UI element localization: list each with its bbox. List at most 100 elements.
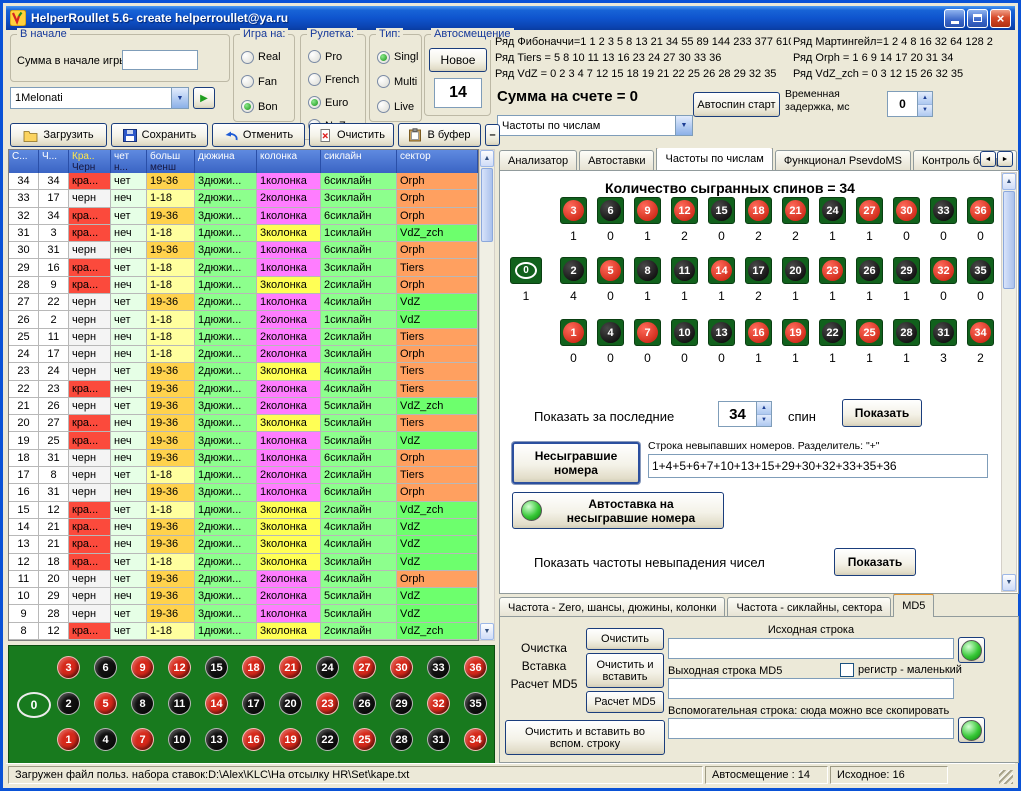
radio-bon[interactable]: Bon [241, 100, 290, 113]
board-number-26[interactable]: 26 [353, 692, 376, 715]
column-header[interactable]: Кра..Черн [69, 150, 111, 173]
freq-zero[interactable]: 0 1 [510, 257, 542, 303]
column-header[interactable]: четн... [111, 150, 147, 173]
md5-source-led-button[interactable] [958, 637, 985, 663]
board-number-5[interactable]: 5 [94, 692, 117, 715]
column-header[interactable]: дюжина [195, 150, 257, 173]
tabs-scroll-right-icon[interactable]: ► [997, 151, 1013, 167]
freq-number-17[interactable]: 172 [745, 257, 772, 303]
board-number-34[interactable]: 34 [464, 728, 487, 751]
freq-number-24[interactable]: 241 [819, 197, 846, 243]
radio-singl[interactable]: Singl [377, 51, 417, 64]
freq-number-31[interactable]: 313 [930, 319, 957, 365]
board-number-14[interactable]: 14 [205, 692, 228, 715]
md5-calc-button[interactable]: Расчет MD5 [586, 691, 664, 713]
show-noshow-button[interactable]: Показать [834, 548, 916, 576]
table-row[interactable]: 2722чернчет19-362дюжи...1колонка4сиклайн… [9, 294, 478, 311]
show-button[interactable]: Показать [842, 399, 922, 427]
freq-number-26[interactable]: 261 [856, 257, 883, 303]
table-row[interactable]: 289кра...неч1-181дюжи...3колонка2сиклайн… [9, 277, 478, 294]
table-row[interactable]: 1925кра...неч19-363дюжи...1колонка5сикла… [9, 432, 478, 449]
tabs-scroll-left-icon[interactable]: ◄ [980, 151, 996, 167]
table-row[interactable]: 3031черннеч19-363дюжи...1колонка6сиклайн… [9, 242, 478, 259]
freq-number-33[interactable]: 330 [930, 197, 957, 243]
md5-aux-led-button[interactable] [958, 717, 985, 743]
freq-number-34[interactable]: 342 [967, 319, 994, 365]
table-row[interactable]: 2417черннеч1-182дюжи...2колонка3сиклайнO… [9, 346, 478, 363]
freq-number-35[interactable]: 350 [967, 257, 994, 303]
md5-output-input[interactable] [668, 678, 954, 699]
board-number-20[interactable]: 20 [279, 692, 302, 715]
radio-multi[interactable]: Multi [377, 75, 417, 88]
to-buffer-button[interactable]: В буфер [398, 123, 481, 147]
radio-pro[interactable]: Pro [308, 50, 361, 63]
freq-number-15[interactable]: 150 [708, 197, 735, 243]
scroll-down-icon[interactable]: ▼ [480, 623, 494, 640]
freq-number-11[interactable]: 111 [671, 257, 698, 303]
scroll-down-icon[interactable]: ▼ [1002, 574, 1016, 591]
freq-number-3[interactable]: 31 [560, 197, 587, 243]
board-number-22[interactable]: 22 [316, 728, 339, 751]
table-row[interactable]: 2126чернчет19-363дюжи...2колонка5сиклайн… [9, 398, 478, 415]
board-number-36[interactable]: 36 [464, 656, 487, 679]
play-button[interactable]: ▶ [193, 87, 215, 109]
md5-clear-paste-aux-button[interactable]: Очистить и вставить во вспом. строку [505, 720, 665, 755]
tab-md5[interactable]: MD5 [893, 594, 934, 617]
radio-live[interactable]: Live [377, 100, 417, 113]
board-number-1[interactable]: 1 [57, 728, 80, 751]
board-number-16[interactable]: 16 [242, 728, 265, 751]
board-number-13[interactable]: 13 [205, 728, 228, 751]
column-header[interactable]: С... [9, 150, 39, 173]
board-number-17[interactable]: 17 [242, 692, 265, 715]
column-header[interactable]: колонка [257, 150, 321, 173]
freq-number-21[interactable]: 212 [782, 197, 809, 243]
board-number-15[interactable]: 15 [205, 656, 228, 679]
table-row[interactable]: 3234кра...чет19-363дюжи...1колонка6сикла… [9, 208, 478, 225]
table-row[interactable]: 2324чернчет19-362дюжи...3колонка4сиклайн… [9, 363, 478, 380]
radio-euro[interactable]: Euro [308, 96, 361, 109]
board-number-19[interactable]: 19 [279, 728, 302, 751]
table-row[interactable]: 1029черннеч19-363дюжи...2колонка5сиклайн… [9, 588, 478, 605]
board-number-24[interactable]: 24 [316, 656, 339, 679]
board-number-4[interactable]: 4 [94, 728, 117, 751]
freq-number-2[interactable]: 24 [560, 257, 587, 303]
last-spins-spinner[interactable]: 34 ▲ ▼ [718, 401, 772, 427]
md5-clear-paste-button[interactable]: Очистить и вставить [586, 653, 664, 688]
freq-number-29[interactable]: 291 [893, 257, 920, 303]
spin-up-icon[interactable]: ▲ [918, 92, 932, 104]
preset-combo[interactable]: 1Melonati ▼ [10, 87, 189, 109]
board-number-23[interactable]: 23 [316, 692, 339, 715]
board-number-25[interactable]: 25 [353, 728, 376, 751]
board-number-3[interactable]: 3 [57, 656, 80, 679]
board-number-32[interactable]: 32 [427, 692, 450, 715]
board-number-7[interactable]: 7 [131, 728, 154, 751]
freq-number-19[interactable]: 191 [782, 319, 809, 365]
freq-number-27[interactable]: 271 [856, 197, 883, 243]
table-row[interactable]: 1421кра...неч19-362дюжи...3колонка4сикла… [9, 519, 478, 536]
unplayed-string-input[interactable] [648, 454, 988, 478]
mode-combo[interactable]: Частоты по числам ▼ [497, 115, 693, 136]
table-row[interactable]: 3317черннеч1-182дюжи...2колонка3сиклайнO… [9, 190, 478, 207]
resize-grip[interactable] [999, 770, 1013, 784]
tab-частота-zero-шансы-дюжины-колонки[interactable]: Частота - Zero, шансы, дюжины, колонки [499, 597, 725, 617]
table-row[interactable]: 1631черннеч19-363дюжи...1колонка6сиклайн… [9, 484, 478, 501]
board-number-6[interactable]: 6 [94, 656, 117, 679]
table-row[interactable]: 2511черннеч1-181дюжи...2колонка2сиклайнT… [9, 329, 478, 346]
panel-scrollbar[interactable]: ▲ ▼ [1001, 172, 1017, 592]
freq-number-12[interactable]: 122 [671, 197, 698, 243]
freq-number-13[interactable]: 130 [708, 319, 735, 365]
freq-number-14[interactable]: 141 [708, 257, 735, 303]
md5-aux-input[interactable] [668, 718, 954, 739]
scroll-up-icon[interactable]: ▲ [480, 150, 494, 167]
freq-number-28[interactable]: 281 [893, 319, 920, 365]
tab-частота-сиклайны-сектора[interactable]: Частота - сиклайны, сектора [727, 597, 891, 617]
freq-number-1[interactable]: 10 [560, 319, 587, 365]
column-header[interactable]: Ч... [39, 150, 69, 173]
board-zero[interactable]: 0 [17, 692, 51, 718]
radio-real[interactable]: Real [241, 51, 290, 64]
freq-number-4[interactable]: 40 [597, 319, 624, 365]
tab-функционал-psevdoms[interactable]: Функционал PsevdoMS [775, 150, 911, 170]
freq-number-20[interactable]: 201 [782, 257, 809, 303]
title-bar[interactable]: HelperRoullet 5.6- create helperroullet@… [6, 6, 1015, 30]
board-number-8[interactable]: 8 [131, 692, 154, 715]
